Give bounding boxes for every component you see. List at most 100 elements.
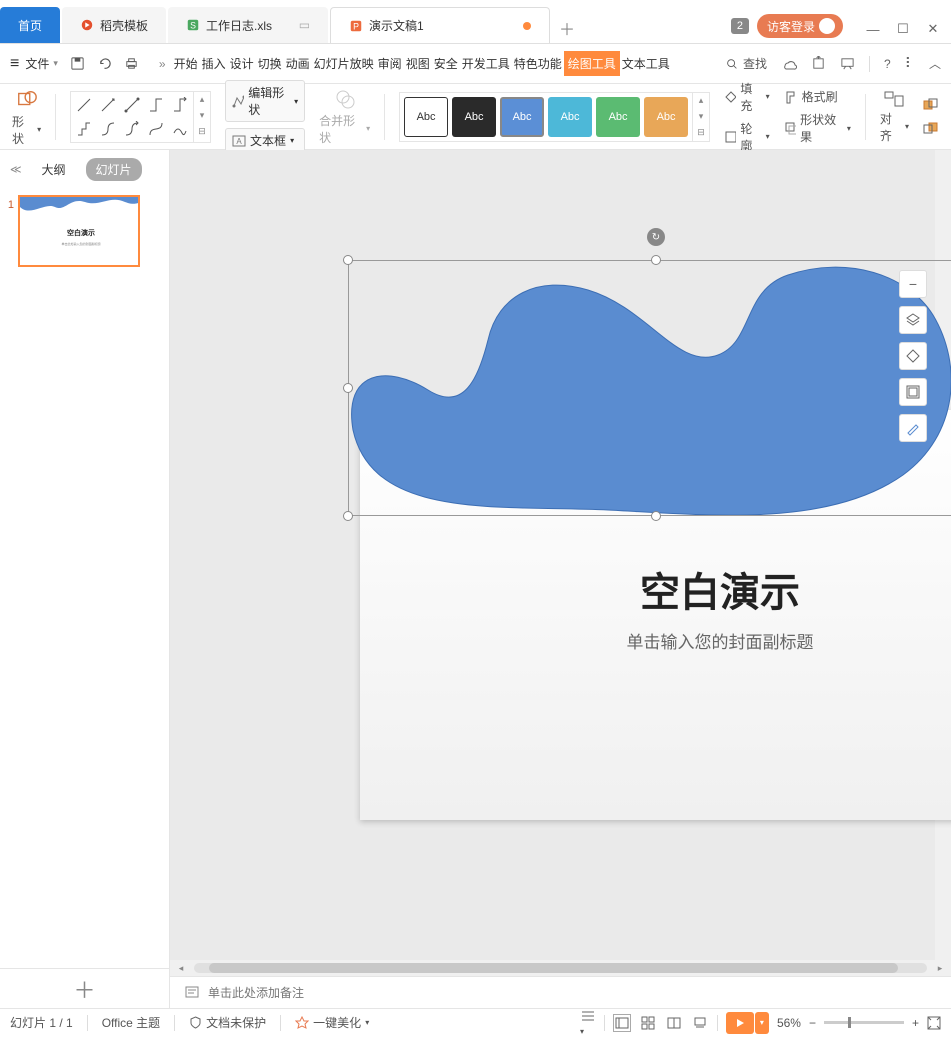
send-backward-icon[interactable]	[923, 122, 939, 136]
sorter-view-button[interactable]	[639, 1014, 657, 1032]
line-2[interactable]	[97, 94, 119, 116]
minimize-button[interactable]: —	[859, 19, 887, 39]
frame-tool[interactable]	[899, 378, 927, 406]
canvas-viewport[interactable]: 空白演示 单击输入您的封面副标题 ↻ −	[170, 150, 951, 960]
slide-thumbnail[interactable]: 空白演示单击此处输入您的封面副标题	[18, 195, 140, 267]
rotate-handle[interactable]: ↻	[647, 228, 665, 246]
add-slide-button[interactable]: ＋	[73, 973, 95, 1005]
qat-more-icon[interactable]: »	[155, 57, 170, 71]
style-3[interactable]: Abc	[500, 97, 544, 137]
search-button[interactable]: 查找	[725, 55, 767, 72]
line-5[interactable]	[169, 94, 191, 116]
new-tab-button[interactable]: ＋	[552, 13, 582, 43]
hscroll-track[interactable]	[194, 963, 927, 973]
zoom-slider[interactable]	[824, 1021, 904, 1024]
zoom-out-button[interactable]: −	[809, 1016, 816, 1030]
style-5[interactable]: Abc	[596, 97, 640, 137]
line-9[interactable]	[145, 118, 167, 140]
gallery-up-button[interactable]: ▴	[194, 92, 210, 108]
edit-shape-button[interactable]: 编辑形状▾	[225, 80, 305, 122]
tab-start[interactable]: 开始	[172, 51, 200, 76]
hamburger-icon[interactable]: ≡	[10, 55, 19, 73]
line-3[interactable]	[121, 94, 143, 116]
line-10[interactable]	[169, 118, 191, 140]
selected-shape[interactable]: ↻	[348, 260, 951, 516]
collapse-panel-icon[interactable]: ≪	[10, 163, 22, 176]
tab-devtools[interactable]: 开发工具	[460, 51, 512, 76]
resize-handle-bm[interactable]	[651, 511, 661, 521]
close-button[interactable]: ✕	[919, 19, 947, 39]
style-up-button[interactable]: ▴	[693, 93, 709, 109]
file-tab-2-active[interactable]: P 演示文稿1	[330, 7, 550, 43]
zoom-in-button[interactable]: +	[912, 1016, 919, 1030]
resize-handle-ml[interactable]	[343, 383, 353, 393]
resize-handle-bl[interactable]	[343, 511, 353, 521]
line-6[interactable]	[73, 118, 95, 140]
home-tab[interactable]: 首页	[0, 7, 60, 43]
tab-view[interactable]: 视图	[404, 51, 432, 76]
style-down-button[interactable]: ▾	[693, 109, 709, 125]
file-tab-1[interactable]: S 工作日志.xls ▭	[168, 7, 328, 43]
gallery-down-button[interactable]: ▾	[194, 108, 210, 124]
line-8[interactable]	[121, 118, 143, 140]
reading-view-button[interactable]	[665, 1014, 683, 1032]
tab-design[interactable]: 设计	[228, 51, 256, 76]
shape-dropdown[interactable]: 形状▾	[12, 113, 41, 147]
hscroll-thumb[interactable]	[209, 963, 898, 973]
tab-overflow-icon[interactable]: ▭	[299, 18, 310, 32]
shape-tool[interactable]	[899, 342, 927, 370]
tab-text-tools[interactable]: 文本工具	[620, 51, 672, 76]
share-icon[interactable]	[811, 56, 826, 71]
slide-subtitle[interactable]: 单击输入您的封面副标题	[360, 628, 951, 653]
slides-tab[interactable]: 幻灯片	[86, 158, 142, 181]
resize-handle-tl[interactable]	[343, 255, 353, 265]
fit-screen-button[interactable]	[927, 1016, 941, 1030]
style-4[interactable]: Abc	[548, 97, 592, 137]
gallery-more-button[interactable]: ⊟	[194, 124, 210, 140]
line-4[interactable]	[145, 94, 167, 116]
notes-bar[interactable]: 单击此处添加备注	[170, 976, 951, 1008]
slide-thumb-1[interactable]: 1 空白演示单击此处输入您的封面副标题	[4, 195, 165, 267]
outline-tab[interactable]: 大纲	[32, 158, 76, 181]
theme-label[interactable]: Office 主题	[102, 1014, 160, 1031]
help-icon[interactable]: ?	[884, 57, 891, 71]
tab-animation[interactable]: 动画	[284, 51, 312, 76]
login-button[interactable]: 访客登录	[757, 14, 843, 38]
style-more-button[interactable]: ⊟	[693, 125, 709, 141]
save-button[interactable]	[70, 56, 85, 71]
style-2[interactable]: Abc	[452, 97, 496, 137]
zoom-out-tool[interactable]: −	[899, 270, 927, 298]
collapse-ribbon-icon[interactable]: ︿	[929, 55, 941, 72]
maximize-button[interactable]: ☐	[889, 19, 917, 39]
play-dropdown-button[interactable]: ▾	[755, 1012, 769, 1034]
line-spacing-icon[interactable]: ▾	[580, 1009, 596, 1037]
align-dropdown[interactable]: 对齐▾	[880, 110, 909, 144]
tab-slideshow[interactable]: 幻灯片放映	[312, 51, 376, 76]
shape-icon[interactable]	[15, 87, 39, 111]
zoom-slider-thumb[interactable]	[848, 1017, 851, 1028]
notification-badge[interactable]: 2	[731, 18, 749, 34]
settings-icon[interactable]: ⠇	[905, 55, 915, 72]
hscroll-right-button[interactable]: ▸	[933, 961, 947, 975]
cloud-sync-icon[interactable]	[781, 56, 797, 72]
layers-tool[interactable]	[899, 306, 927, 334]
notes-view-button[interactable]	[691, 1014, 709, 1032]
fill-button[interactable]: 填充▾	[724, 80, 770, 114]
line-gallery[interactable]	[70, 91, 194, 143]
line-1[interactable]	[73, 94, 95, 116]
protect-status[interactable]: 文档未保护	[189, 1014, 266, 1031]
line-7[interactable]	[97, 118, 119, 140]
hscroll-left-button[interactable]: ◂	[174, 961, 188, 975]
outline-button[interactable]: 轮廓▾	[724, 120, 770, 154]
print-button[interactable]	[124, 56, 139, 71]
beautify-button[interactable]: 一键美化▾	[295, 1014, 369, 1031]
tab-insert[interactable]: 插入	[200, 51, 228, 76]
style-1[interactable]: Abc	[404, 97, 448, 137]
bring-forward-icon[interactable]	[923, 98, 939, 112]
slide-title[interactable]: 空白演示	[360, 560, 951, 618]
shape-effect-button[interactable]: 形状效果▾	[784, 111, 851, 145]
undo-button[interactable]	[97, 56, 112, 71]
zoom-level[interactable]: 56%	[777, 1016, 801, 1030]
present-icon[interactable]	[840, 56, 855, 71]
style-6[interactable]: Abc	[644, 97, 688, 137]
